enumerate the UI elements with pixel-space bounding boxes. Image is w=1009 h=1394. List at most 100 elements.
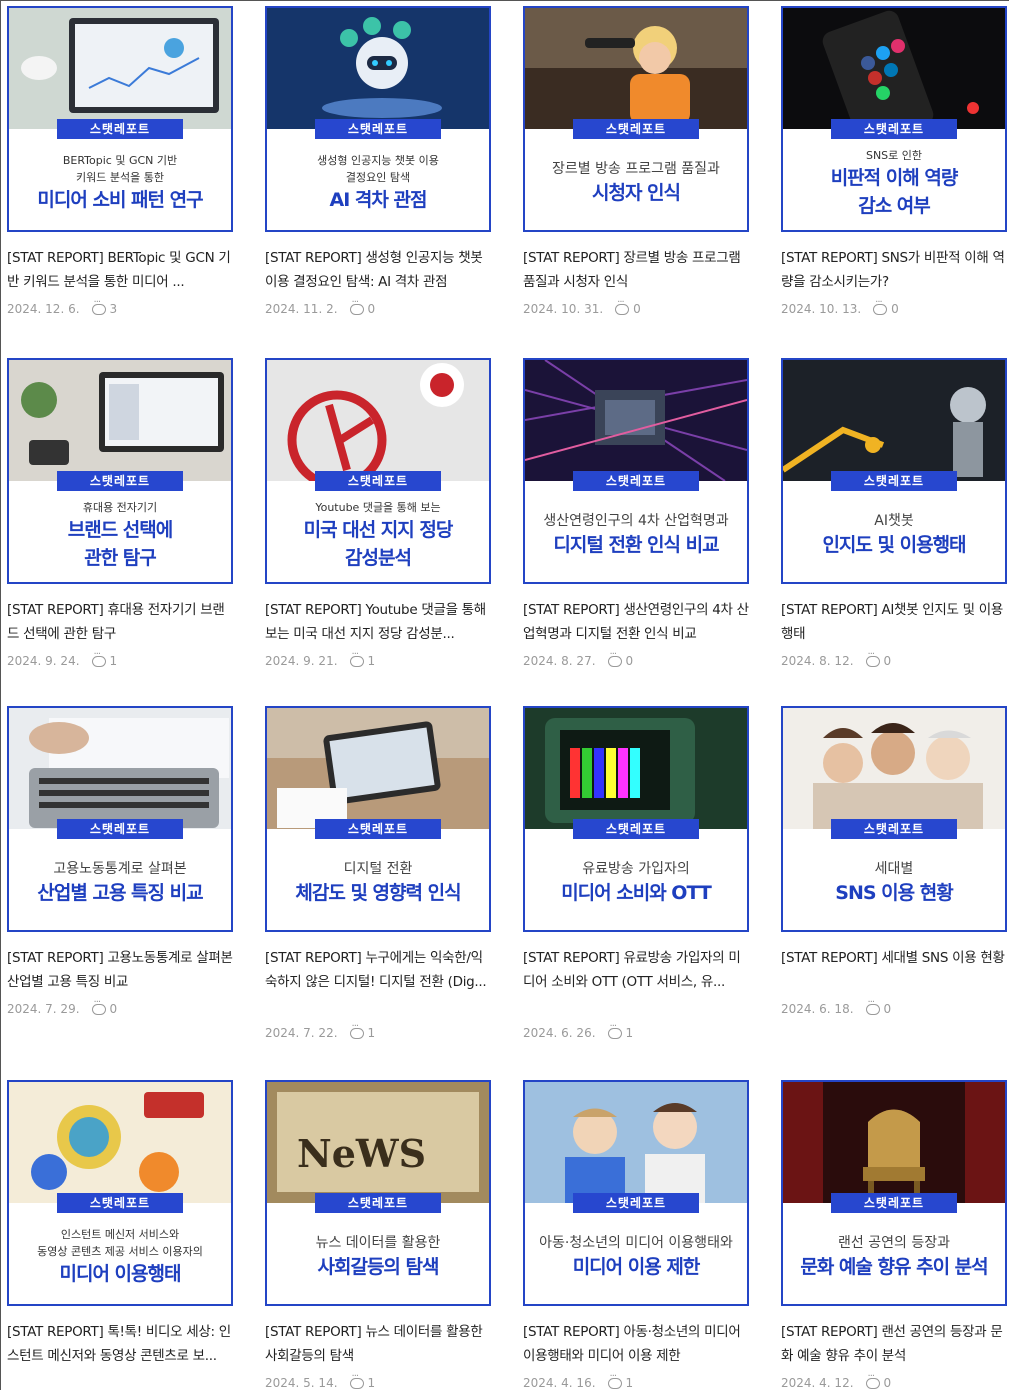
post-title-link[interactable]: [STAT REPORT] Youtube 댓글을 통해 보는 미국 대선 지지… [265, 598, 491, 646]
thumbnail-photo [9, 1082, 231, 1203]
post-title-link[interactable]: [STAT REPORT] SNS가 비판적 이해 역량을 감소시키는가? [781, 246, 1007, 294]
comment-count[interactable]: 0 [110, 1002, 118, 1016]
comment-count[interactable]: 0 [368, 302, 376, 316]
thumbnail-photo [9, 360, 231, 481]
comment-count[interactable]: 0 [884, 1002, 892, 1016]
comment-count[interactable]: 1 [368, 1026, 376, 1040]
post-title-link[interactable]: [STAT REPORT] 생성형 인공지능 챗봇 이용 결정요인 탐색: AI… [265, 246, 491, 294]
post-thumbnail[interactable]: 스탯레포트 랜선 공연의 등장과 문화 예술 향유 추이 분석 [781, 1080, 1007, 1306]
post-thumbnail[interactable]: 스탯레포트 AI챗봇 인지도 및 이용행태 [781, 358, 1007, 584]
post-thumbnail[interactable]: 스탯레포트 휴대용 전자기기 브랜드 선택에 관한 탐구 [7, 358, 233, 584]
post-date: 2024. 8. 12. [781, 654, 854, 668]
post-date: 2024. 10. 13. [781, 302, 862, 316]
thumbnail-caption: 뉴스 데이터를 활용한 사회갈등의 탐색 [271, 1216, 485, 1298]
comment-bubble-icon [607, 1371, 622, 1389]
caption-subtitle: 세대별 [874, 861, 914, 877]
post-thumbnail[interactable]: 스탯레포트 고용노동통계로 살펴본 산업별 고용 특징 비교 [7, 706, 233, 932]
post-title-link[interactable]: [STAT REPORT] 생산연령인구의 4차 산업혁명과 디지털 전환 인식… [523, 598, 749, 646]
post-thumbnail[interactable]: 스탯레포트 Youtube 댓글을 통해 보는 미국 대선 지지 정당 감성분석 [265, 358, 491, 584]
caption-subtitle: 인스턴트 메신저 서비스와 [60, 1228, 180, 1241]
post-thumbnail[interactable]: 스탯레포트 유료방송 가입자의 미디어 소비와 OTT [523, 706, 749, 932]
post-card[interactable]: 스탯레포트 BERTopic 및 GCN 기반 키워드 분석을 통한 미디어 소비 패… [7, 6, 233, 320]
post-date: 2024. 5. 14. [265, 1376, 338, 1390]
post-card[interactable]: 스탯레포트 생산연령인구의 4차 산업혁명과 디지털 전환 인식 비교 [STAT R… [523, 358, 749, 672]
caption-subtitle: 고용노동통계로 살펴본 [53, 861, 187, 877]
post-thumbnail[interactable]: NeWS 스탯레포트 뉴스 데이터를 활용한 사회갈등의 탐색 [265, 1080, 491, 1306]
post-title-link[interactable]: [STAT REPORT] 톡!톡! 비디오 세상: 인스턴트 메신저와 동영상… [7, 1320, 233, 1392]
post-title-link[interactable]: [STAT REPORT] 휴대용 전자기기 브랜드 선택에 관한 탐구 [7, 598, 233, 646]
post-meta: 2024. 7. 22. 1 [265, 1021, 491, 1044]
comment-count[interactable]: 1 [626, 1376, 634, 1390]
post-thumbnail[interactable]: 스탯레포트 인스턴트 메신저 서비스와 동영상 콘텐츠 제공 서비스 이용자의 미디어… [7, 1080, 233, 1306]
post-thumbnail[interactable]: 스탯레포트 SNS로 인한 비판적 이해 역량 감소 여부 [781, 6, 1007, 232]
stat-report-tag: 스탯레포트 [57, 1193, 183, 1213]
post-card[interactable]: 스탯레포트 랜선 공연의 등장과 문화 예술 향유 추이 분석 [STAT REPOR… [781, 1080, 1007, 1394]
stat-report-tag: 스탯레포트 [573, 471, 699, 491]
post-card[interactable]: NeWS 스탯레포트 뉴스 데이터를 활용한 사회갈등의 탐색 [STAT REPORT… [265, 1080, 491, 1394]
post-date: 2024. 11. 2. [265, 302, 338, 316]
post-card[interactable]: 스탯레포트 고용노동통계로 살펴본 산업별 고용 특징 비교 [STAT REPORT… [7, 706, 233, 1020]
caption-subtitle: 디지털 전환 [343, 861, 413, 877]
thumbnail-caption: 유료방송 가입자의 미디어 소비와 OTT [529, 842, 743, 924]
thumbnail-caption: 랜선 공연의 등장과 문화 예술 향유 추이 분석 [787, 1216, 1001, 1298]
comment-count[interactable]: 0 [884, 654, 892, 668]
caption-subtitle: 랜선 공연의 등장과 [838, 1235, 950, 1251]
comment-count[interactable]: 1 [368, 654, 376, 668]
caption-headline: 관한 탐구 [84, 546, 157, 569]
post-thumbnail[interactable]: 스탯레포트 세대별 SNS 이용 현황 [781, 706, 1007, 932]
post-title-link[interactable]: [STAT REPORT] 아동·청소년의 미디어 이용행태와 미디어 이용 제… [523, 1320, 749, 1368]
comment-count[interactable]: 0 [626, 654, 634, 668]
post-thumbnail[interactable]: 스탯레포트 아동·청소년의 미디어 이용행태와 미디어 이용 제한 [523, 1080, 749, 1306]
post-card[interactable]: 스탯레포트 AI챗봇 인지도 및 이용행태 [STAT REPORT] AI챗봇 인지… [781, 358, 1007, 672]
post-card[interactable]: 스탯레포트 인스턴트 메신저 서비스와 동영상 콘텐츠 제공 서비스 이용자의 미디어… [7, 1080, 233, 1392]
post-title-link[interactable]: [STAT REPORT] 누구에게는 익숙한/익숙하지 않은 디지털! 디지털… [265, 946, 491, 1018]
post-date: 2024. 12. 6. [7, 302, 80, 316]
post-title-link[interactable]: [STAT REPORT] 고용노동통계로 살펴본 산업별 고용 특징 비교 [7, 946, 233, 994]
post-title-link[interactable]: [STAT REPORT] 장르별 방송 프로그램 품질과 시청자 인식 [523, 246, 749, 294]
caption-headline: 감성분석 [345, 546, 412, 569]
post-title-link[interactable]: [STAT REPORT] 유료방송 가입자의 미디어 소비와 OTT (OTT… [523, 946, 749, 1018]
comment-count[interactable]: 3 [110, 302, 118, 316]
thumbnail-photo [267, 360, 489, 481]
post-title-link[interactable]: [STAT REPORT] 랜선 공연의 등장과 문화 예술 향유 추이 분석 [781, 1320, 1007, 1368]
post-card[interactable]: 스탯레포트 디지털 전환 체감도 및 영향력 인식 [STAT REPORT] 누구에… [265, 706, 491, 1044]
thumbnail-photo: NeWS [267, 1082, 489, 1203]
post-card[interactable]: 스탯레포트 아동·청소년의 미디어 이용행태와 미디어 이용 제한 [STAT REP… [523, 1080, 749, 1394]
thumbnail-caption: 장르별 방송 프로그램 품질과 시청자 인식 [529, 142, 743, 224]
comment-count[interactable]: 0 [891, 302, 899, 316]
comment-count[interactable]: 0 [884, 1376, 892, 1390]
post-card[interactable]: 스탯레포트 휴대용 전자기기 브랜드 선택에 관한 탐구 [STAT REPORT] 휴… [7, 358, 233, 672]
comment-bubble-icon [91, 997, 106, 1015]
post-date: 2024. 9. 24. [7, 654, 80, 668]
caption-subtitle: 생성형 인공지능 챗봇 이용 [317, 154, 439, 167]
post-card[interactable]: 스탯레포트 SNS로 인한 비판적 이해 역량 감소 여부 [STAT REPORT] … [781, 6, 1007, 320]
comment-count[interactable]: 1 [626, 1026, 634, 1040]
post-title-link[interactable]: [STAT REPORT] BERTopic 및 GCN 기반 키워드 분석을 … [7, 246, 233, 294]
post-thumbnail[interactable]: 스탯레포트 장르별 방송 프로그램 품질과 시청자 인식 [523, 6, 749, 232]
post-title-link[interactable]: [STAT REPORT] 뉴스 데이터를 활용한 사회갈등의 탐색 [265, 1320, 491, 1368]
post-card[interactable]: 스탯레포트 장르별 방송 프로그램 품질과 시청자 인식 [STAT REPORT] … [523, 6, 749, 320]
post-card[interactable]: 스탯레포트 생성형 인공지능 챗봇 이용 결정요인 탐색 AI 격차 관점 [STAT … [265, 6, 491, 320]
comment-bubble-icon [349, 1371, 364, 1389]
post-thumbnail[interactable]: 스탯레포트 생산연령인구의 4차 산업혁명과 디지털 전환 인식 비교 [523, 358, 749, 584]
comment-count[interactable]: 0 [633, 302, 641, 316]
stat-report-tag: 스탯레포트 [315, 819, 441, 839]
comment-count[interactable]: 1 [368, 1376, 376, 1390]
post-meta: 2024. 4. 16. 1 [523, 1371, 749, 1394]
post-card[interactable]: 스탯레포트 유료방송 가입자의 미디어 소비와 OTT [STAT REPORT] 유… [523, 706, 749, 1044]
post-thumbnail[interactable]: 스탯레포트 BERTopic 및 GCN 기반 키워드 분석을 통한 미디어 소비 패… [7, 6, 233, 232]
thumbnail-caption: SNS로 인한 비판적 이해 역량 감소 여부 [787, 142, 1001, 224]
caption-subtitle: 유료방송 가입자의 [582, 861, 690, 877]
post-title-link[interactable]: [STAT REPORT] 세대별 SNS 이용 현황 [781, 946, 1007, 994]
post-thumbnail[interactable]: 스탯레포트 생성형 인공지능 챗봇 이용 결정요인 탐색 AI 격차 관점 [265, 6, 491, 232]
comment-bubble-icon [349, 297, 364, 315]
post-title-link[interactable]: [STAT REPORT] AI챗봇 인지도 및 이용행태 [781, 598, 1007, 646]
post-meta: 2024. 11. 2. 0 [265, 297, 491, 320]
post-card[interactable]: 스탯레포트 세대별 SNS 이용 현황 [STAT REPORT] 세대별 SNS 이… [781, 706, 1007, 1020]
comment-bubble-icon [865, 1371, 880, 1389]
comment-count[interactable]: 1 [110, 654, 118, 668]
comment-bubble-icon [349, 649, 364, 667]
post-thumbnail[interactable]: 스탯레포트 디지털 전환 체감도 및 영향력 인식 [265, 706, 491, 932]
post-card[interactable]: 스탯레포트 Youtube 댓글을 통해 보는 미국 대선 지지 정당 감성분석 [ST… [265, 358, 491, 672]
thumbnail-caption: 세대별 SNS 이용 현황 [787, 842, 1001, 924]
